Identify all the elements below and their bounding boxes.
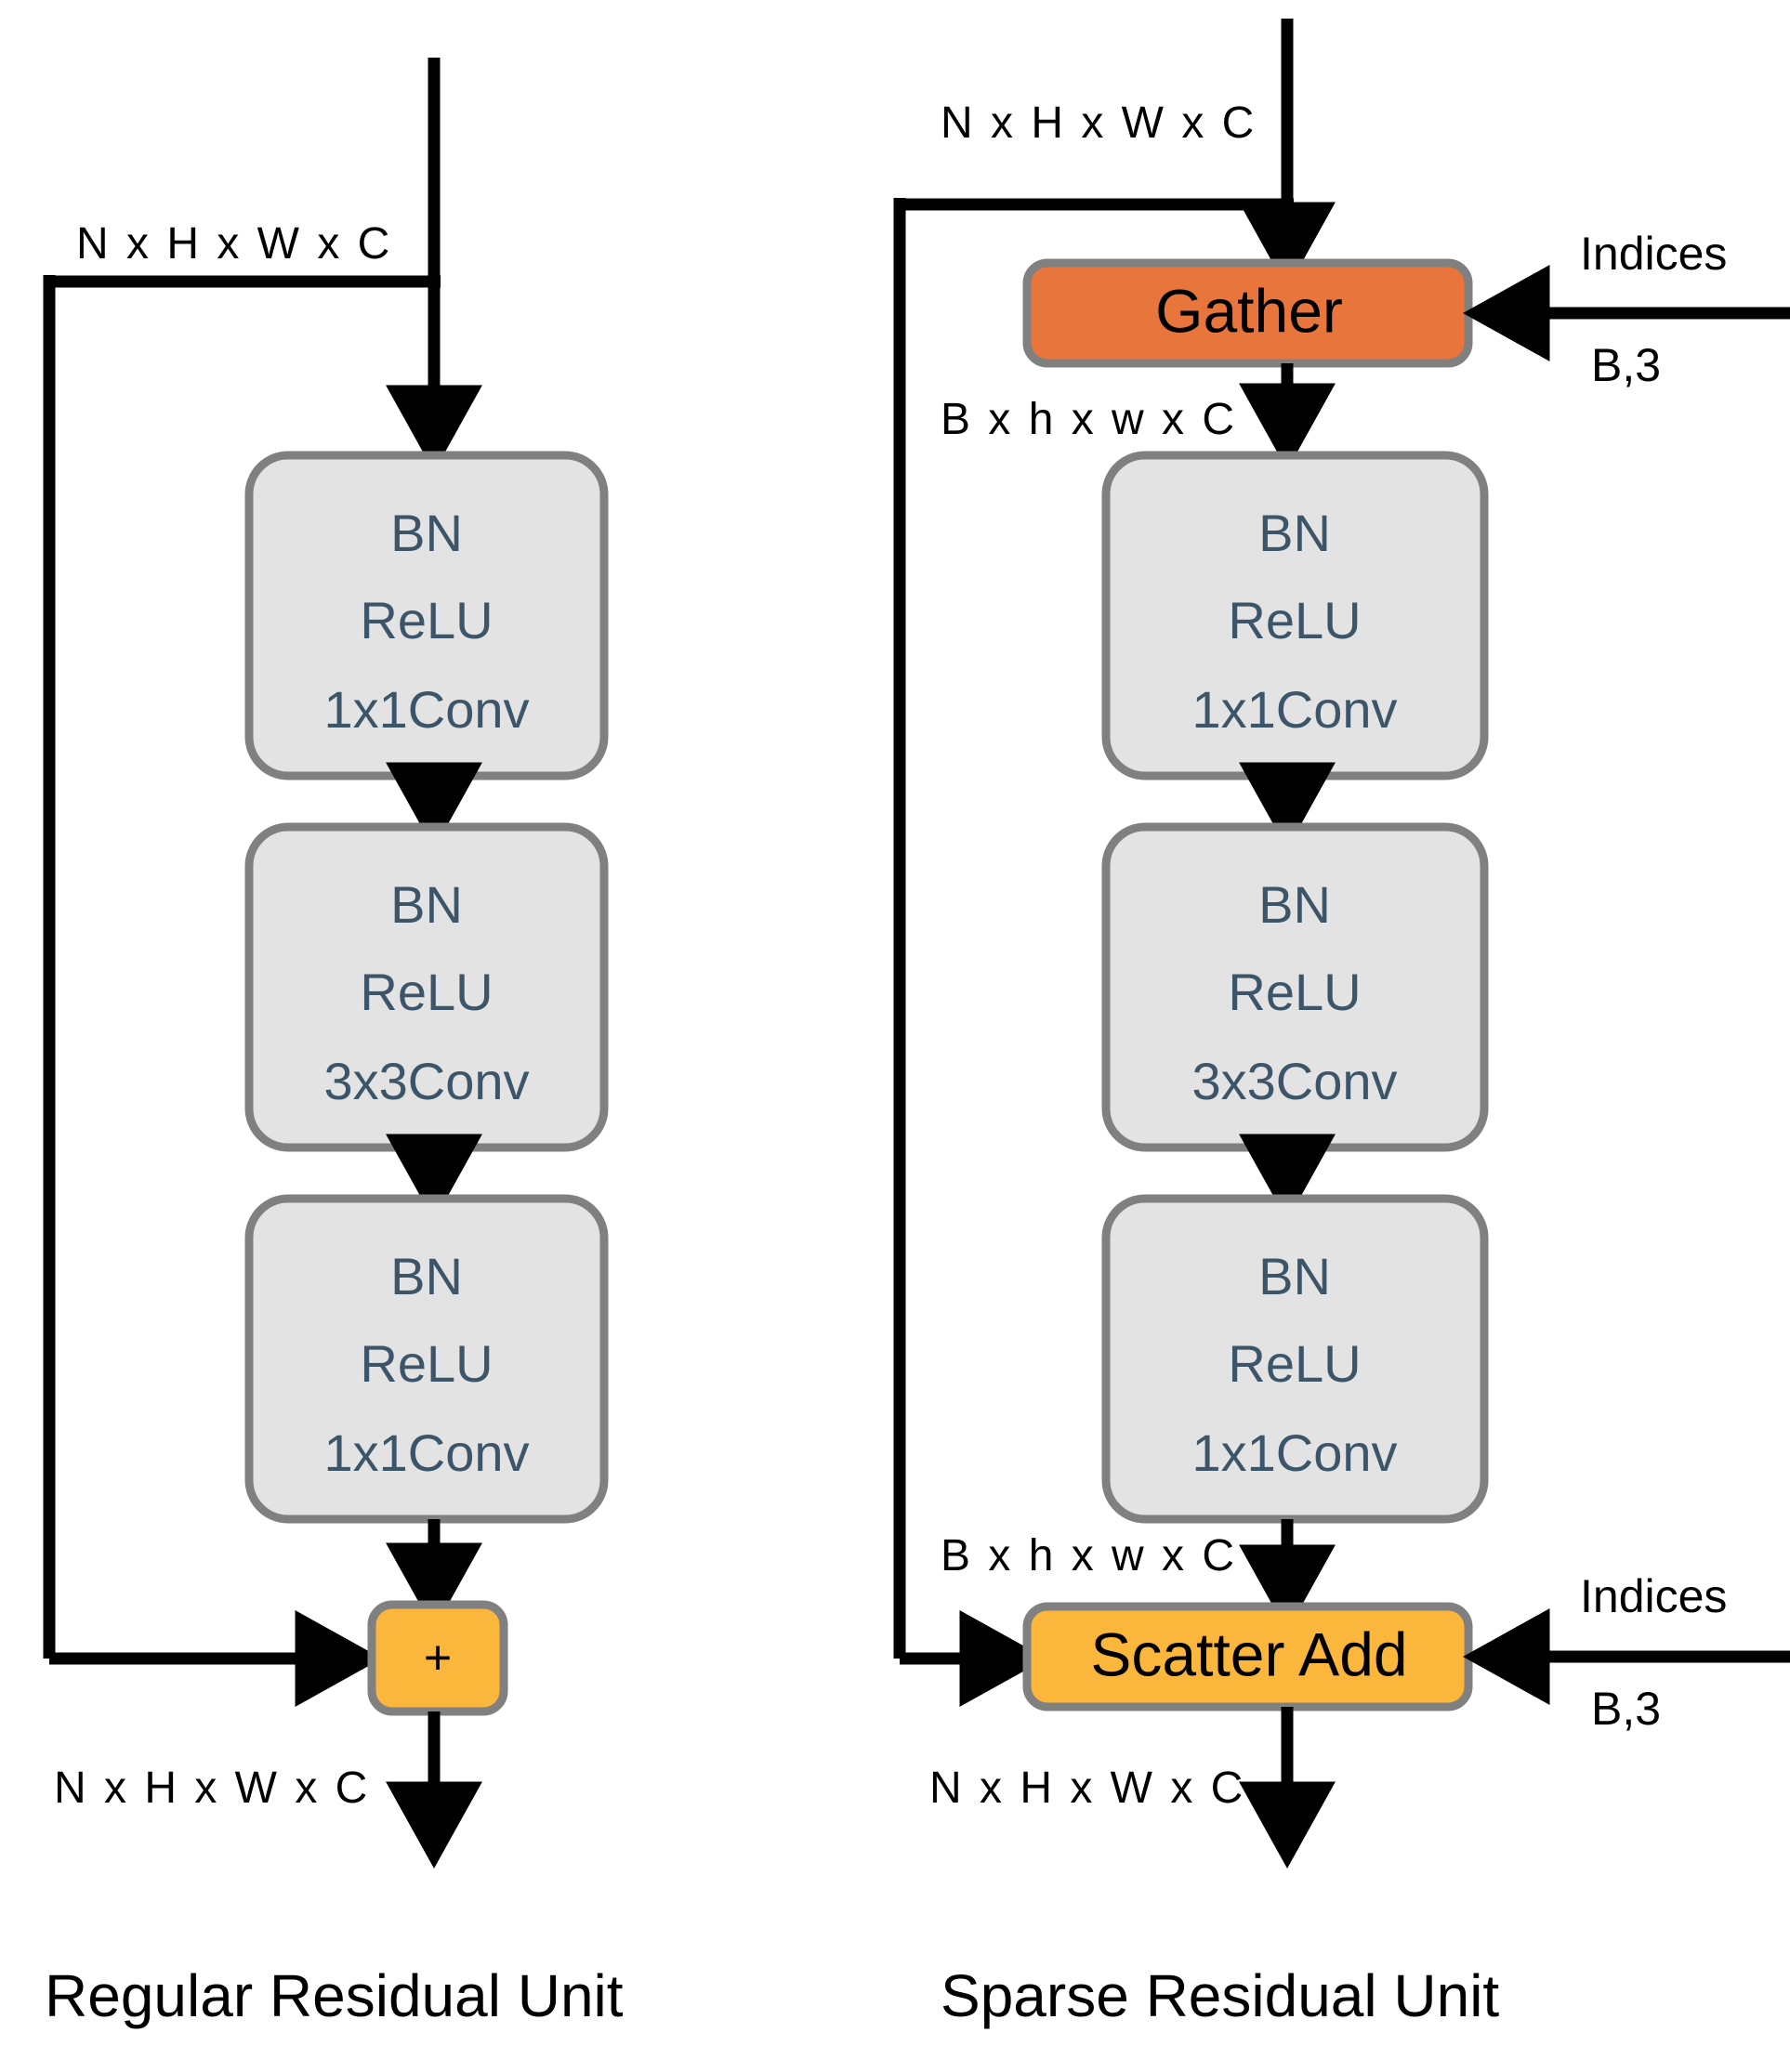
gather-node-label: Gather [1155, 276, 1343, 345]
sparse-block-1-line-2: ReLU [1228, 591, 1361, 649]
regular-output-tensor-label: N x H x W x C [54, 1764, 370, 1813]
sparse-block-3-line-2: ReLU [1228, 1334, 1361, 1393]
regular-block-1-line-2: ReLU [360, 591, 493, 649]
regular-block-2-line-2: ReLU [360, 963, 493, 1021]
regular-input-tensor-label: N x H x W x C [76, 219, 392, 269]
gather-indices-label: Indices [1580, 228, 1727, 280]
sparse-block-2-line-3: 3x3Conv [1191, 1052, 1397, 1110]
sparse-input-tensor-label: N x H x W x C [941, 98, 1257, 148]
regular-block-3-line-2: ReLU [360, 1334, 493, 1393]
gather-indices-shape-label: B,3 [1591, 339, 1661, 391]
regular-block-1-line-1: BN [390, 504, 463, 562]
residual-unit-diagram: N x H x W x C BN ReLU 1x1Conv BN ReLU 3x… [0, 0, 1790, 2072]
regular-block-1-line-3: 1x1Conv [323, 680, 529, 739]
sparse-block-1-line-1: BN [1258, 504, 1331, 562]
regular-block-3-line-3: 1x1Conv [323, 1423, 529, 1482]
sparse-block-2-line-1: BN [1258, 875, 1331, 934]
sparse-block-1-line-3: 1x1Conv [1191, 680, 1397, 739]
gather-output-tensor-label: B x h x w x C [941, 395, 1237, 444]
sparse-panel-caption: Sparse Residual Unit [941, 1962, 1499, 2029]
sparse-output-tensor-label: N x H x W x C [929, 1764, 1245, 1813]
sparse-block-3-line-1: BN [1258, 1247, 1331, 1305]
regular-block-3-line-1: BN [390, 1247, 463, 1305]
scatter-input-tensor-label: B x h x w x C [941, 1531, 1237, 1580]
figure-canvas: N x H x W x C BN ReLU 1x1Conv BN ReLU 3x… [0, 0, 1790, 2072]
scatter-indices-label: Indices [1580, 1570, 1727, 1622]
scatter-add-node-label: Scatter Add [1090, 1620, 1407, 1688]
regular-block-2-line-1: BN [390, 875, 463, 934]
scatter-indices-shape-label: B,3 [1591, 1683, 1661, 1735]
regular-panel-caption: Regular Residual Unit [45, 1962, 624, 2029]
regular-add-node-label: + [424, 1632, 452, 1685]
sparse-block-3-line-3: 1x1Conv [1191, 1423, 1397, 1482]
regular-block-2-line-3: 3x3Conv [323, 1052, 529, 1110]
sparse-block-2-line-2: ReLU [1228, 963, 1361, 1021]
